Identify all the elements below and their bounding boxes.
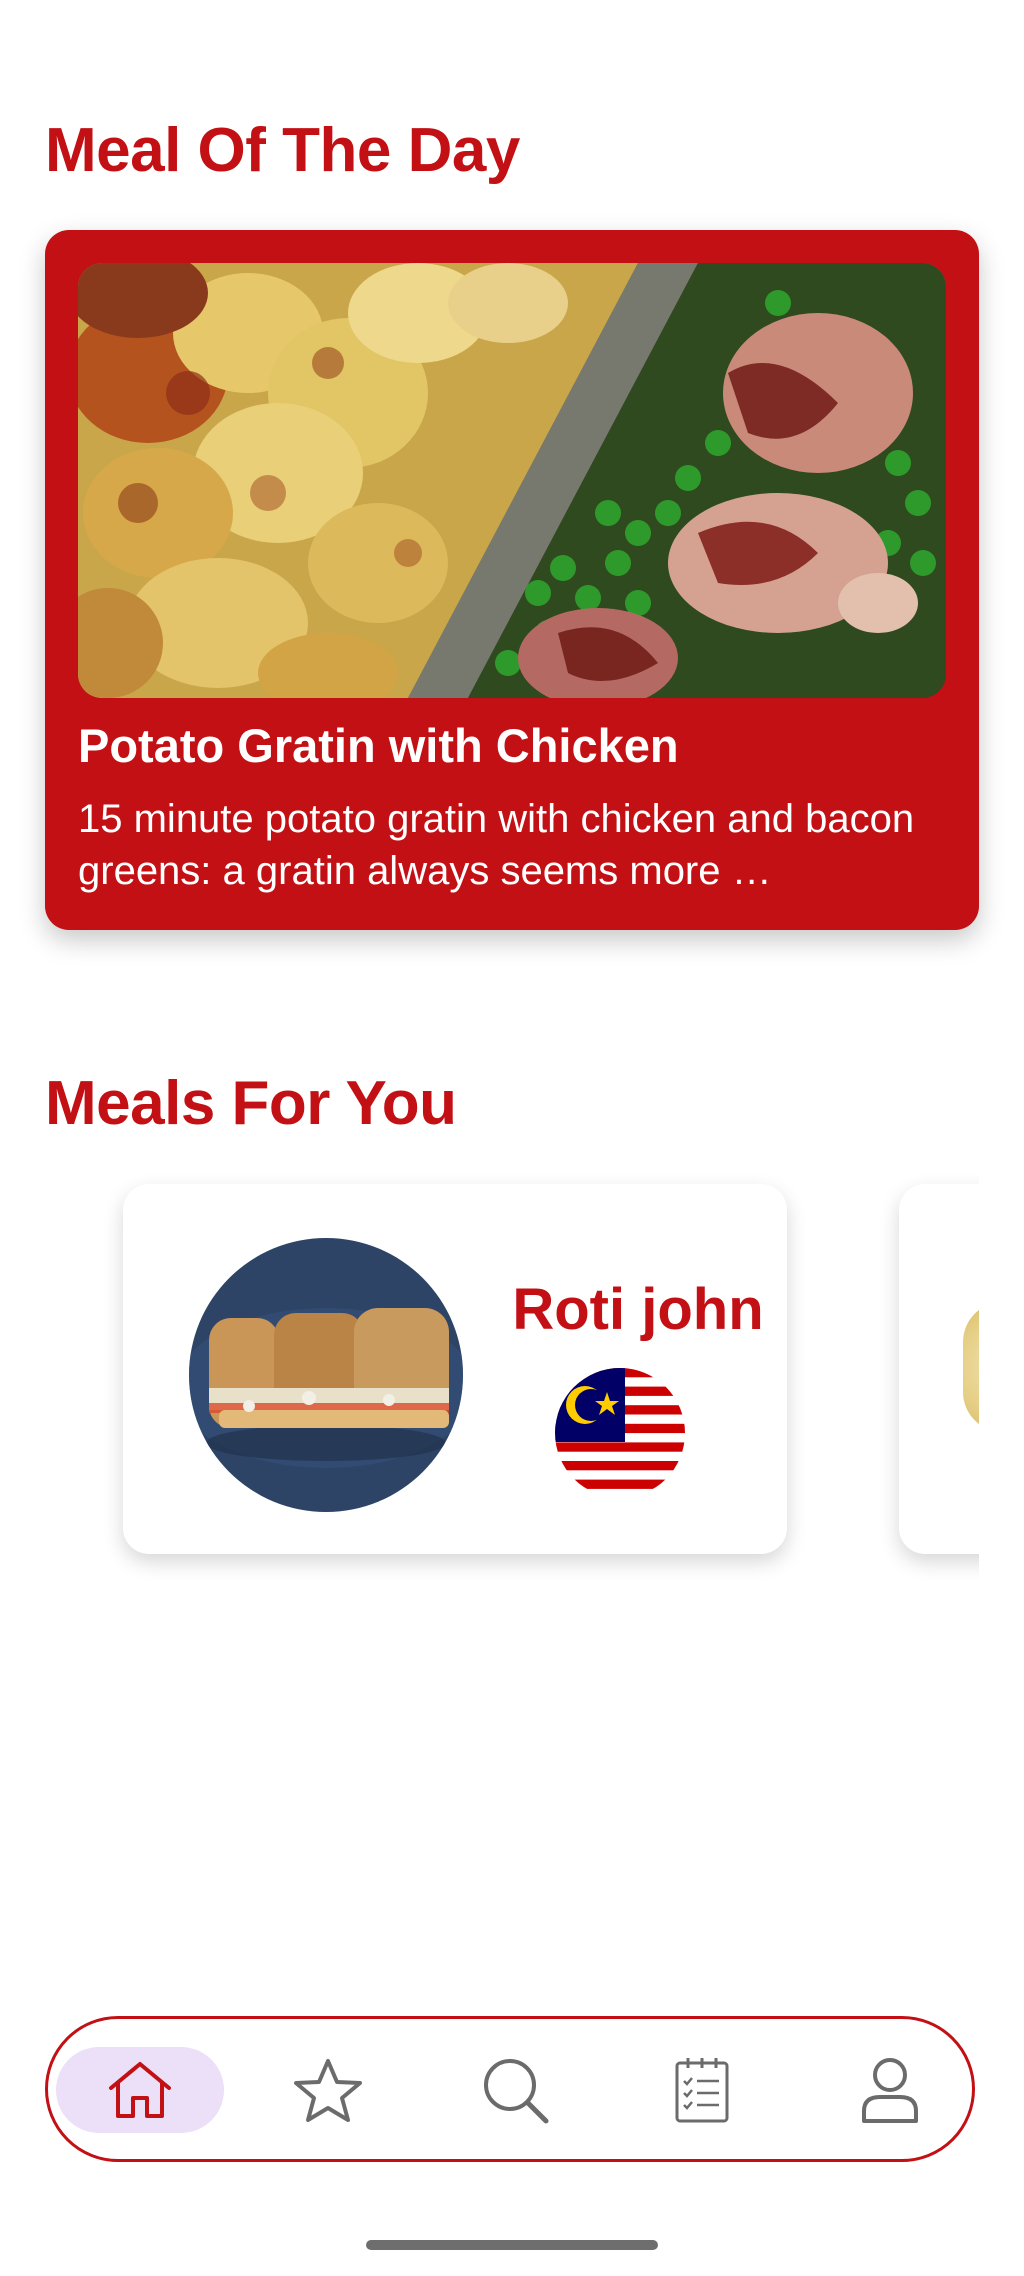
nav-planner-button[interactable] xyxy=(618,2047,786,2133)
bottom-navigation-bar xyxy=(45,2016,975,2162)
meal-card-roti-john[interactable]: Roti john xyxy=(123,1184,787,1554)
meals-carousel[interactable]: Roti john xyxy=(45,1160,979,1590)
nav-home-button[interactable] xyxy=(56,2047,224,2133)
meal-of-the-day-photo xyxy=(78,263,946,698)
meal-thumbnail xyxy=(189,1238,463,1512)
meal-of-the-day-card[interactable]: Potato Gratin with Chicken 15 minute pot… xyxy=(45,230,979,930)
meal-thumbnail xyxy=(963,1302,979,1432)
profile-icon xyxy=(862,2058,918,2123)
star-icon xyxy=(294,2059,362,2122)
search-icon xyxy=(484,2059,549,2124)
nav-search-button[interactable] xyxy=(431,2047,599,2133)
meal-of-the-day-name: Potato Gratin with Chicken xyxy=(78,719,679,772)
home-indicator[interactable] xyxy=(366,2240,658,2250)
home-icon xyxy=(109,2062,171,2118)
meals-for-you-title: Meals For You xyxy=(45,1069,457,1138)
checklist-icon xyxy=(675,2058,729,2123)
nav-favorites-button[interactable] xyxy=(244,2047,412,2133)
meal-card-next[interactable] xyxy=(899,1184,979,1554)
nav-profile-button[interactable] xyxy=(806,2047,974,2133)
malaysia-flag-icon xyxy=(555,1368,685,1498)
meal-name: Roti john xyxy=(512,1277,764,1342)
meal-of-the-day-title: Meal Of The Day xyxy=(45,116,520,185)
meal-of-the-day-description: 15 minute potato gratin with chicken and… xyxy=(78,797,915,893)
